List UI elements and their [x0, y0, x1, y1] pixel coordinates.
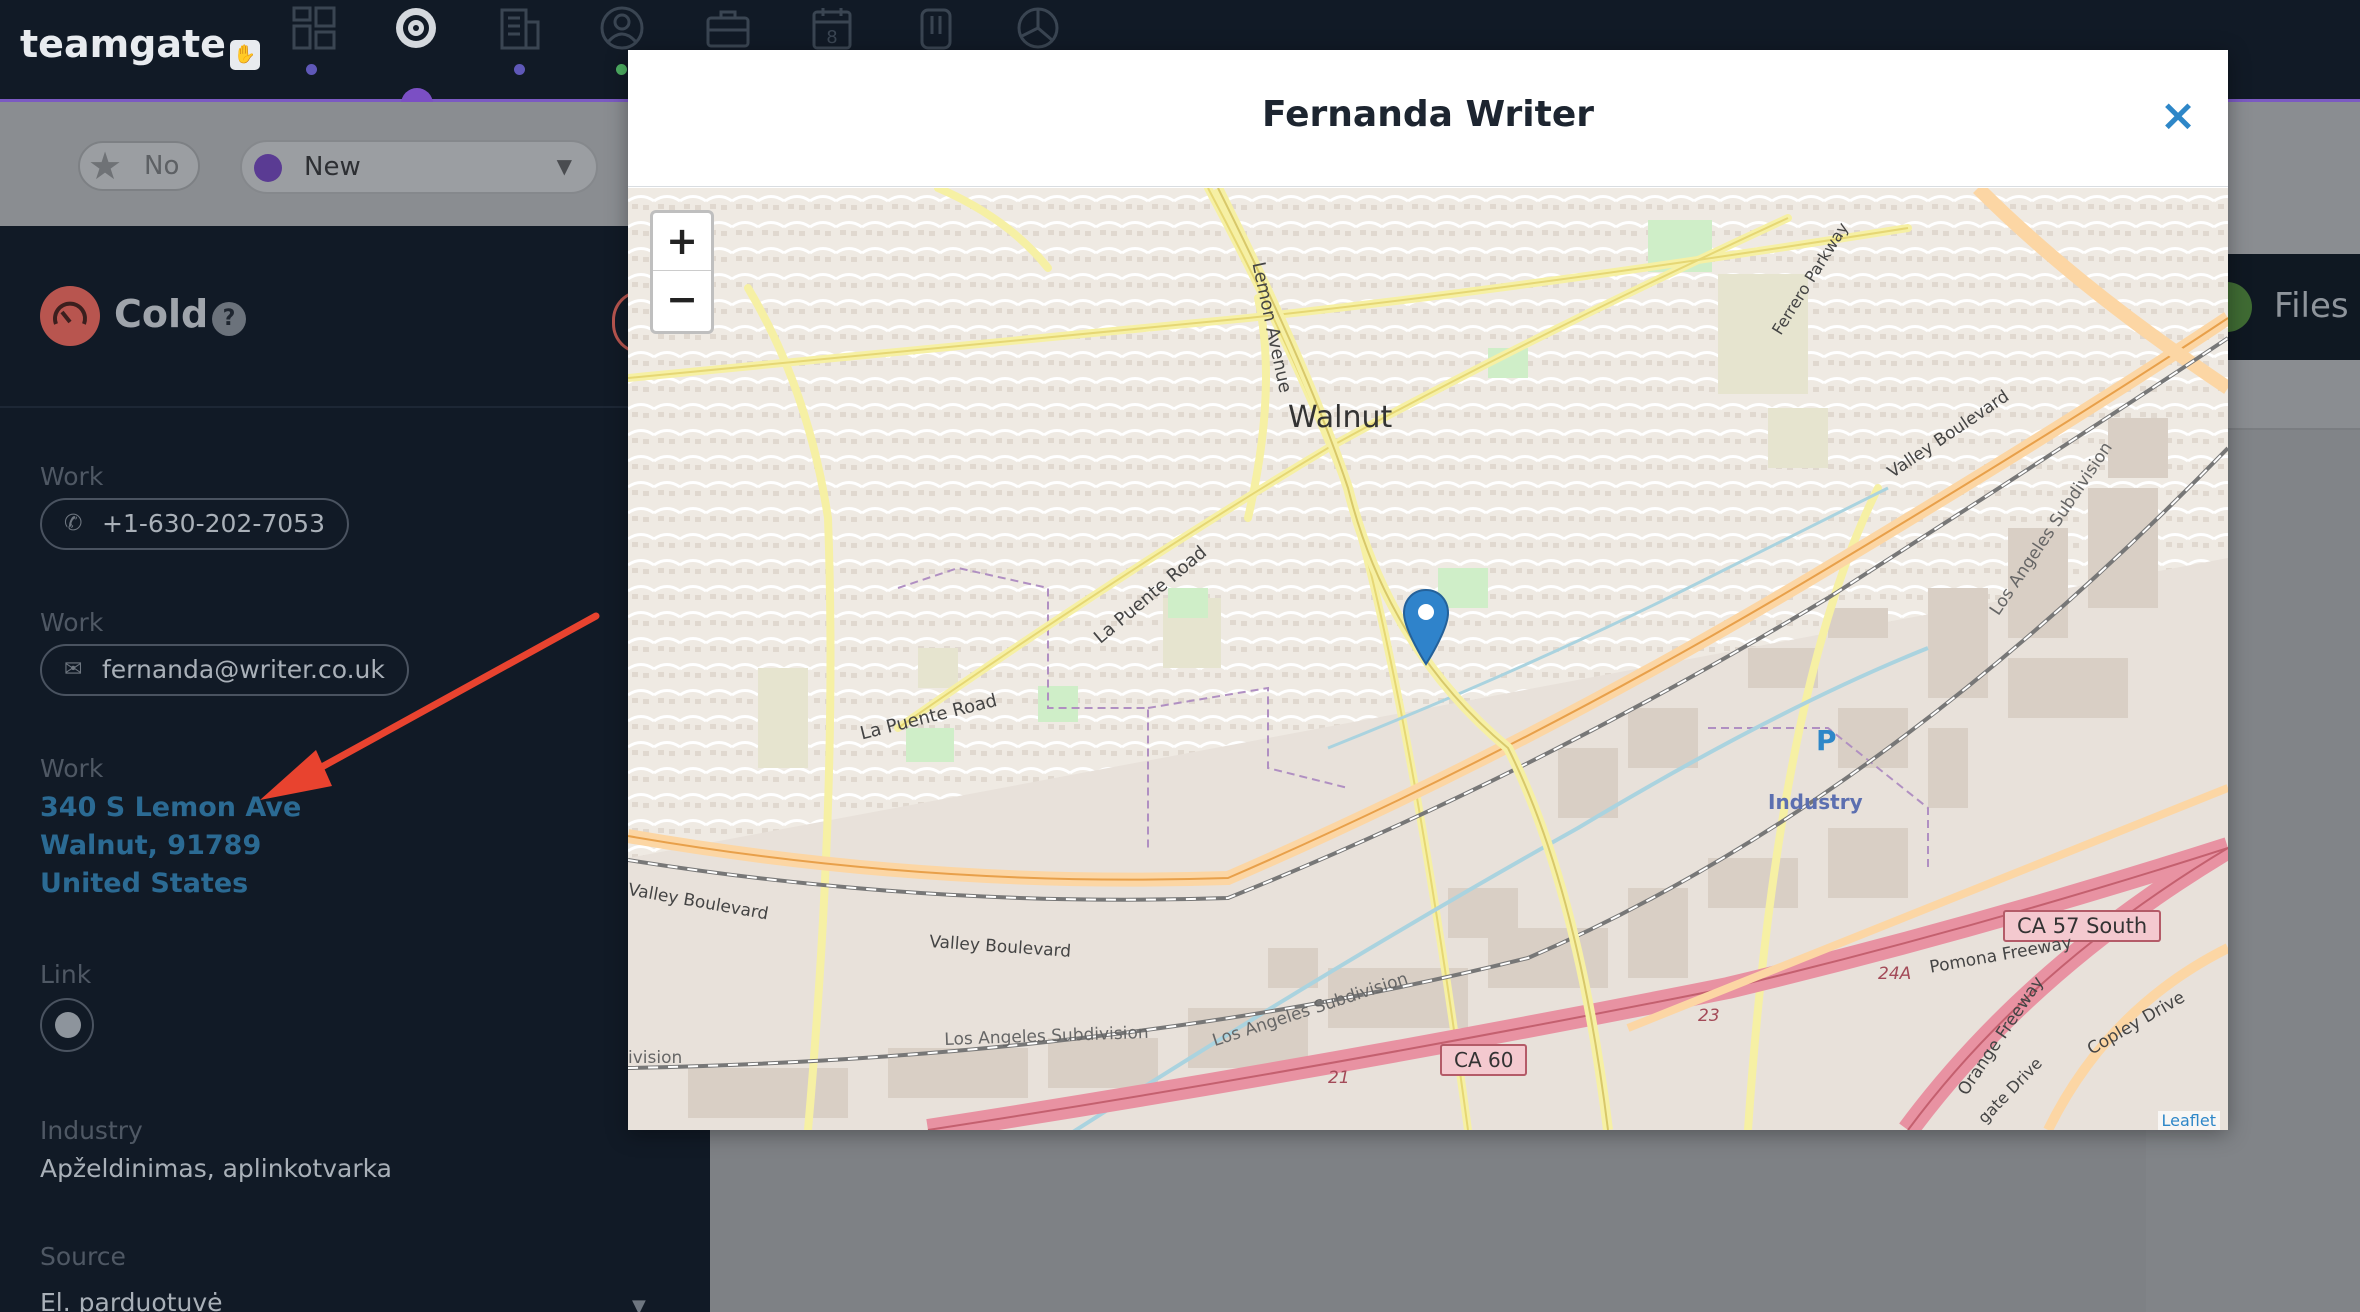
- chevron-down-icon: ▼: [556, 154, 572, 178]
- map-exit-24a: 24A: [1878, 964, 1912, 984]
- status-dropdown-value: New: [304, 152, 361, 182]
- reports-icon[interactable]: [1014, 4, 1062, 52]
- calendar-day: 8: [826, 27, 837, 48]
- envelope-icon: ✉: [64, 657, 83, 682]
- zoom-controls: + −: [650, 210, 714, 334]
- modal-header: Fernanda Writer ×: [628, 50, 2228, 187]
- target-icon[interactable]: [392, 4, 440, 52]
- map-attribution-link[interactable]: Leaflet: [2157, 1111, 2220, 1130]
- modal-title: Fernanda Writer: [1262, 94, 1594, 135]
- phone-field-label: Work: [40, 462, 104, 491]
- briefcase-icon[interactable]: [704, 4, 752, 52]
- phone-pill[interactable]: ✆ +1-630-202-7053: [40, 498, 349, 550]
- address-line-2[interactable]: Walnut, 91789: [40, 830, 261, 861]
- gauge-icon: [40, 286, 100, 346]
- globe-icon[interactable]: [40, 998, 94, 1052]
- red-arrow-annotation: [260, 612, 600, 800]
- map-exit-23: 23: [1698, 1006, 1720, 1026]
- location-pin-icon[interactable]: [1401, 588, 1451, 668]
- close-icon[interactable]: ×: [2158, 94, 2198, 138]
- favorite-toggle[interactable]: ★ No: [78, 141, 200, 191]
- status-dropdown[interactable]: New ▼: [240, 140, 598, 194]
- people-indicator-dot: [616, 64, 627, 75]
- map-shield-ca57-south: CA 57 South: [2003, 910, 2162, 942]
- industry-value: Apželdinimas, aplinkotvarka: [40, 1154, 392, 1183]
- temperature-label: Cold: [114, 292, 209, 336]
- hand-icon: ✋: [229, 40, 260, 70]
- source-field-label: Source: [40, 1242, 126, 1271]
- teamgate-logo[interactable]: teamgate ✋: [20, 22, 260, 70]
- calendar-icon[interactable]: 8: [808, 4, 856, 52]
- phone-icon: ✆: [64, 511, 83, 536]
- source-value[interactable]: El. parduotuvė: [40, 1288, 223, 1312]
- location-map[interactable]: Walnut Lemon Avenue La Puente Road La Pu…: [628, 188, 2228, 1130]
- phone-number: +1-630-202-7053: [102, 509, 325, 538]
- star-icon: ★: [88, 144, 123, 188]
- email-field-label: Work: [40, 608, 104, 637]
- address-line-3[interactable]: United States: [40, 868, 248, 899]
- dashboard-icon[interactable]: [290, 4, 338, 52]
- divider: [0, 406, 710, 408]
- parking-icon: P: [1816, 724, 1837, 757]
- address-field-label: Work: [40, 754, 104, 783]
- logo-text: teamgate: [20, 22, 226, 66]
- status-color-dot: [254, 154, 282, 182]
- files-icon[interactable]: [912, 4, 960, 52]
- map-modal: Fernanda Writer × Walnut Lemon Avenue La…: [628, 50, 2228, 1130]
- map-label-industry: Industry: [1768, 790, 1863, 814]
- zoom-in-button[interactable]: +: [653, 213, 711, 271]
- people-icon[interactable]: [598, 4, 646, 52]
- link-field-label: Link: [40, 960, 92, 989]
- zoom-out-button[interactable]: −: [653, 271, 711, 329]
- dashboard-indicator-dot: [306, 64, 317, 75]
- companies-icon[interactable]: [496, 4, 544, 52]
- companies-indicator-dot: [514, 64, 525, 75]
- help-icon[interactable]: ?: [212, 302, 246, 336]
- map-shield-ca60: CA 60: [1440, 1044, 1528, 1076]
- map-label-division: ivision: [628, 1048, 683, 1068]
- favorite-toggle-label: No: [144, 151, 180, 181]
- chevron-down-icon[interactable]: ▼: [632, 1296, 646, 1312]
- map-exit-21: 21: [1328, 1068, 1350, 1088]
- map-label-walnut: Walnut: [1288, 400, 1393, 435]
- files-tab-label: Files: [2274, 286, 2349, 326]
- content-card: [710, 1128, 2146, 1312]
- industry-field-label: Industry: [40, 1116, 143, 1145]
